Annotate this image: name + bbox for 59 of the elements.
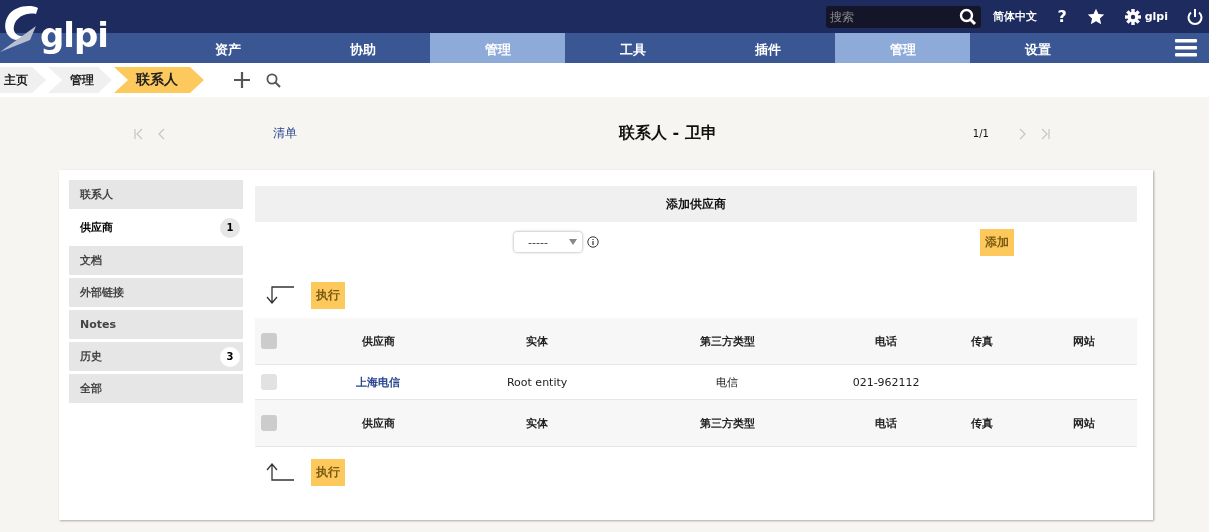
menu-icon[interactable] xyxy=(1175,39,1197,57)
row-checkbox[interactable] xyxy=(261,374,277,390)
sidebar-tab[interactable]: 联系人 xyxy=(69,180,243,209)
user-name[interactable]: glpi xyxy=(1144,10,1168,23)
glpi-logo[interactable]: glpi xyxy=(0,4,108,52)
table-cell: 021-962112 xyxy=(852,375,920,389)
menu-tab[interactable]: 插件 xyxy=(700,33,835,63)
add-button[interactable]: 添加 xyxy=(980,228,1014,256)
column-header[interactable]: 电话 xyxy=(875,334,898,348)
sidebar-tab[interactable]: 文档 xyxy=(69,246,243,275)
supplier-link[interactable]: 上海电信 xyxy=(356,375,401,389)
column-header[interactable]: 第三方类型 xyxy=(699,334,755,348)
action-button[interactable]: 执行 xyxy=(311,458,345,486)
search-field[interactable]: 搜索 xyxy=(826,5,982,28)
column-header[interactable]: 实体 xyxy=(526,334,549,348)
menu-tab[interactable]: 设置 xyxy=(970,33,1105,63)
table-cell: 电信 xyxy=(716,375,739,389)
search-icon[interactable] xyxy=(959,7,978,26)
column-header[interactable]: 第三方类型 xyxy=(699,416,755,430)
sidebar-tab[interactable]: 全部 xyxy=(69,374,243,403)
list-link[interactable]: 清单 xyxy=(273,125,297,142)
power-icon[interactable] xyxy=(1186,7,1204,26)
column-header[interactable]: 实体 xyxy=(526,416,549,430)
help-link[interactable]: ? xyxy=(1057,7,1067,26)
record-title: 联系人 - 卫申 xyxy=(619,123,717,144)
menu-tab[interactable]: 资产 xyxy=(160,33,295,63)
column-header[interactable]: 电话 xyxy=(875,416,898,430)
info-icon[interactable] xyxy=(587,236,599,248)
supplier-dropdown[interactable]: ----- xyxy=(514,232,582,252)
search-icon[interactable] xyxy=(266,72,281,88)
caret-icon xyxy=(569,239,577,245)
column-header[interactable]: 传真 xyxy=(971,416,994,430)
count-badge: 1 xyxy=(220,217,240,238)
record-position: 1/1 xyxy=(972,128,989,139)
table-cell: Root entity xyxy=(506,375,568,389)
breadcrumb-item[interactable]: 管理 xyxy=(48,67,112,93)
sidebar-tab[interactable]: 历史 3 xyxy=(69,342,243,371)
breadcrumb-item[interactable]: 主页 xyxy=(0,67,46,93)
arrow-down-icon xyxy=(265,286,295,304)
sidebar-tab[interactable]: 外部链接 xyxy=(69,278,243,307)
add-icon[interactable] xyxy=(234,72,250,88)
select-all-checkbox[interactable] xyxy=(261,333,277,349)
arrow-up-icon xyxy=(265,463,295,481)
menu-tab[interactable]: 工具 xyxy=(565,33,700,63)
settings-icon[interactable] xyxy=(1124,8,1141,25)
action-button[interactable]: 执行 xyxy=(311,281,345,309)
column-header[interactable]: 网站 xyxy=(1072,416,1095,430)
section-title: 添加供应商 xyxy=(255,186,1137,222)
language-link[interactable]: 简体中文 xyxy=(993,9,1038,24)
select-all-checkbox[interactable] xyxy=(261,415,277,431)
column-header[interactable]: 供应商 xyxy=(361,334,395,348)
column-header[interactable]: 传真 xyxy=(971,334,994,348)
breadcrumb-item[interactable]: 联系人 xyxy=(114,67,204,93)
star-icon[interactable] xyxy=(1086,7,1105,26)
column-header[interactable]: 网站 xyxy=(1072,334,1095,348)
menu-tab[interactable]: 协助 xyxy=(295,33,430,63)
sidebar-tab[interactable]: Notes xyxy=(69,310,243,339)
count-badge: 3 xyxy=(220,346,240,367)
column-header[interactable]: 供应商 xyxy=(361,416,395,430)
